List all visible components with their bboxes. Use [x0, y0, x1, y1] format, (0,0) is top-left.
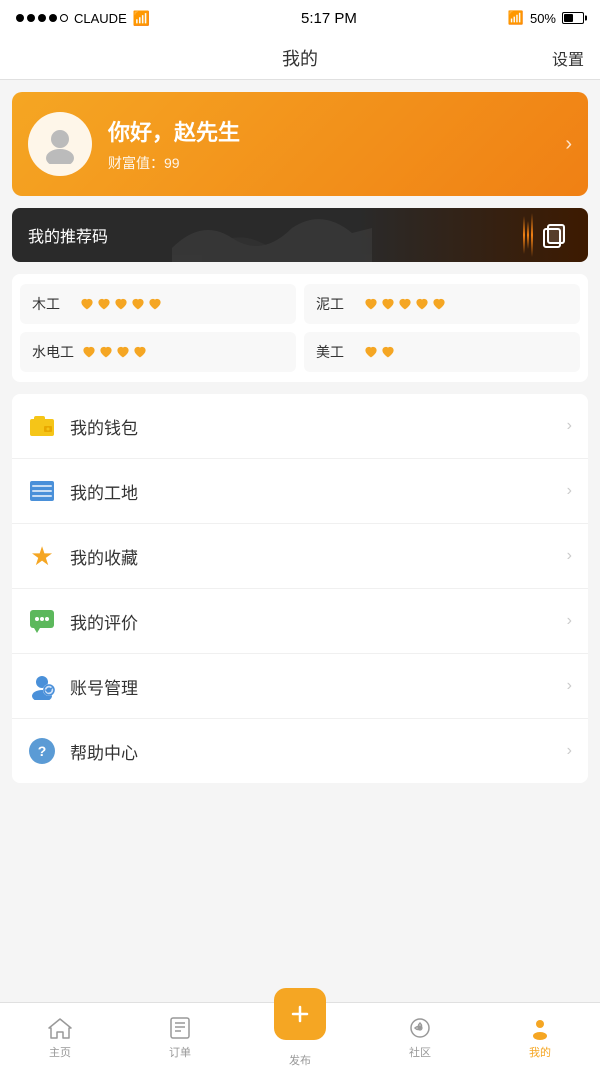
profile-card[interactable]: 你好，赵先生 财富值：99 ›	[12, 92, 588, 196]
help-circle: ?	[29, 738, 55, 764]
chat-icon	[28, 607, 56, 635]
skill-item-0[interactable]: 木工	[20, 284, 296, 324]
tab-bar: 主页 订单 发布 社区	[0, 1002, 600, 1067]
tab-item-home[interactable]: 主页	[0, 1010, 120, 1060]
tab-item-me[interactable]: 我的	[480, 1010, 600, 1060]
menu-chevron-favorites: ›	[567, 547, 572, 565]
profile-left: 你好，赵先生 财富值：99	[28, 112, 240, 176]
battery-icon	[562, 12, 584, 24]
menu-item-favorites-left: ★ 我的收藏	[28, 542, 138, 570]
battery-label: 50%	[530, 11, 556, 26]
menu-chevron-account: ›	[567, 677, 572, 695]
menu-item-help-left: ? 帮助中心	[28, 737, 138, 765]
tab-item-community[interactable]: 社区	[360, 1010, 480, 1060]
menu-label-construction: 我的工地	[70, 479, 138, 504]
tab-label-me: 我的	[529, 1044, 551, 1060]
skill-item-1[interactable]: 泥工	[304, 284, 580, 324]
community-icon	[408, 1016, 432, 1040]
order-icon	[168, 1016, 192, 1040]
publish-button[interactable]	[274, 988, 326, 1040]
tab-label-publish: 发布	[289, 1052, 311, 1067]
avatar	[28, 112, 92, 176]
home-icon	[47, 1016, 73, 1040]
settings-button[interactable]: 设置	[552, 46, 584, 70]
copy-svg	[540, 221, 568, 249]
referral-label: 我的推荐码	[28, 223, 108, 247]
skill-name-3: 美工	[316, 342, 356, 362]
skill-hearts-3	[364, 346, 395, 359]
skill-item-3[interactable]: 美工	[304, 332, 580, 372]
menu-list: 我的钱包 › 我的工地 › ★ 我的收藏 ›	[12, 394, 588, 783]
profile-wealth: 财富值：99	[108, 153, 240, 173]
skill-hearts-2	[82, 346, 147, 359]
account-icon	[28, 672, 56, 700]
wallet-icon	[28, 412, 56, 440]
star-glyph: ★	[30, 541, 53, 572]
tab-label-home: 主页	[49, 1044, 71, 1060]
star-icon: ★	[28, 542, 56, 570]
menu-item-wallet[interactable]: 我的钱包 ›	[12, 394, 588, 459]
wifi-icon: 📶	[133, 10, 150, 27]
nav-header: 我的 设置	[0, 36, 600, 80]
tab-label-order: 订单	[169, 1044, 191, 1060]
skill-hearts-0	[80, 298, 162, 311]
menu-item-account[interactable]: 账号管理 ›	[12, 654, 588, 719]
profile-name: 你好，赵先生	[108, 115, 240, 147]
profile-info: 你好，赵先生 财富值：99	[108, 115, 240, 173]
bottom-spacer	[0, 783, 600, 863]
tab-item-publish[interactable]: 发布	[240, 982, 360, 1067]
referral-banner[interactable]: 我的推荐码	[12, 208, 588, 262]
skill-name-1: 泥工	[316, 294, 356, 314]
menu-chevron-help: ›	[567, 742, 572, 760]
menu-chevron-wallet: ›	[567, 417, 572, 435]
skill-hearts-1	[364, 298, 446, 311]
help-icon: ?	[28, 737, 56, 765]
skills-grid: 木工 泥工 水电工 美工	[12, 274, 588, 382]
publish-plus-icon	[288, 1002, 312, 1026]
status-right: 📶 50%	[508, 10, 584, 26]
copy-icon[interactable]	[536, 217, 572, 253]
menu-label-reviews: 我的评价	[70, 609, 138, 634]
tab-item-order[interactable]: 订单	[120, 1010, 240, 1060]
me-icon	[528, 1016, 552, 1040]
menu-chevron-reviews: ›	[567, 612, 572, 630]
status-bar: CLAUDE 📶 5:17 PM 📶 50%	[0, 0, 600, 36]
tab-label-community: 社区	[409, 1044, 431, 1060]
signal-icon	[16, 14, 68, 22]
skill-name-2: 水电工	[32, 342, 74, 362]
menu-item-wallet-left: 我的钱包	[28, 412, 138, 440]
menu-item-reviews[interactable]: 我的评价 ›	[12, 589, 588, 654]
bluetooth-icon: 📶	[508, 10, 524, 26]
carrier-label: CLAUDE	[74, 11, 127, 26]
avatar-image	[40, 124, 80, 164]
menu-item-construction[interactable]: 我的工地 ›	[12, 459, 588, 524]
profile-chevron-icon: ›	[565, 133, 572, 156]
menu-label-favorites: 我的收藏	[70, 544, 138, 569]
construction-icon	[28, 477, 56, 505]
skill-name-0: 木工	[32, 294, 72, 314]
menu-item-construction-left: 我的工地	[28, 477, 138, 505]
menu-item-reviews-left: 我的评价	[28, 607, 138, 635]
menu-label-account: 账号管理	[70, 674, 138, 699]
menu-label-help: 帮助中心	[70, 739, 138, 764]
menu-item-help[interactable]: ? 帮助中心 ›	[12, 719, 588, 783]
status-time: 5:17 PM	[301, 10, 357, 27]
page-title: 我的	[282, 45, 318, 71]
menu-label-wallet: 我的钱包	[70, 414, 138, 439]
referral-decoration	[172, 208, 533, 262]
menu-chevron-construction: ›	[567, 482, 572, 500]
skill-item-2[interactable]: 水电工	[20, 332, 296, 372]
menu-item-favorites[interactable]: ★ 我的收藏 ›	[12, 524, 588, 589]
menu-item-account-left: 账号管理	[28, 672, 138, 700]
status-left: CLAUDE 📶	[16, 10, 150, 27]
